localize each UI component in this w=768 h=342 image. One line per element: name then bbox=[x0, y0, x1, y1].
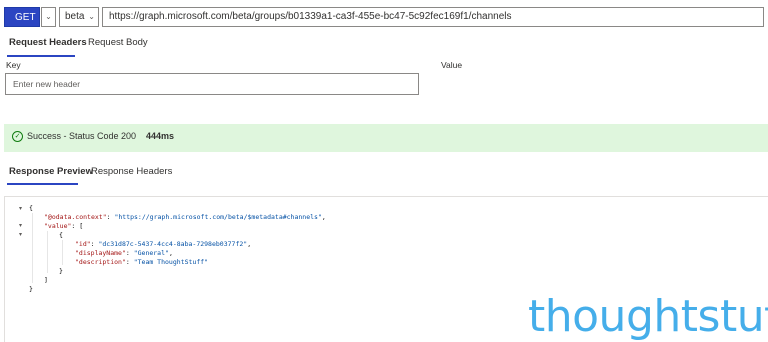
version-select[interactable]: beta ⌄ bbox=[59, 7, 99, 27]
fold-toggle-icon[interactable]: ▾ bbox=[19, 205, 22, 212]
version-value: beta bbox=[65, 11, 85, 22]
tab-request-headers[interactable]: Request Headers bbox=[9, 37, 87, 48]
code-line: "@odata.context": "https://graph.microso… bbox=[44, 213, 326, 221]
check-circle-icon: ✓ bbox=[12, 131, 23, 142]
code-line: } bbox=[29, 285, 33, 293]
fold-toggle-icon[interactable]: ▾ bbox=[19, 222, 22, 229]
url-input[interactable]: https://graph.microsoft.com/beta/groups/… bbox=[102, 7, 764, 27]
watermark-logo: thoughtstuff bbox=[528, 291, 768, 342]
code-line: "id": "dc31d87c-5437-4cc4-8aba-7298eb037… bbox=[75, 240, 252, 248]
tab-response-headers[interactable]: Response Headers bbox=[91, 166, 172, 177]
method-dropdown-chevron-icon[interactable]: ⌄ bbox=[41, 7, 56, 27]
code-line: ] bbox=[44, 276, 48, 284]
indent-guide bbox=[62, 240, 63, 265]
value-column-label: Value bbox=[441, 60, 463, 70]
code-line: "displayName": "General", bbox=[75, 249, 173, 257]
tab-response-preview[interactable]: Response Preview bbox=[9, 166, 93, 177]
version-chevron-down-icon: ⌄ bbox=[88, 12, 95, 21]
tab-request-body[interactable]: Request Body bbox=[88, 37, 148, 48]
code-line: "value": [ bbox=[44, 222, 84, 230]
key-column-label: Key bbox=[6, 60, 21, 70]
active-tab-indicator bbox=[7, 183, 78, 185]
fold-toggle-icon[interactable]: ▾ bbox=[19, 231, 22, 238]
indent-guide bbox=[32, 213, 33, 283]
http-method-button[interactable]: GET bbox=[4, 7, 40, 27]
code-line: { bbox=[29, 204, 33, 212]
indent-guide bbox=[47, 231, 48, 273]
code-line: } bbox=[59, 267, 63, 275]
new-header-key-input[interactable]: Enter new header bbox=[5, 73, 419, 95]
code-line: "description": "Team ThoughtStuff" bbox=[75, 258, 209, 266]
response-time: 444ms bbox=[146, 131, 175, 141]
status-text: Success - Status Code 200 bbox=[27, 131, 137, 141]
code-line: { bbox=[59, 231, 63, 239]
active-tab-indicator bbox=[7, 55, 75, 57]
